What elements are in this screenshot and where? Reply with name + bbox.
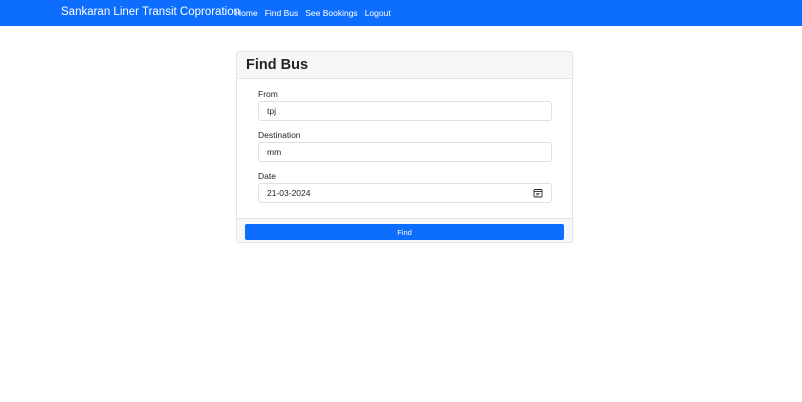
date-input[interactable]: 21-03-2024 [258,183,552,203]
destination-group: Destination mm [258,130,552,162]
card-footer: Find [237,218,572,242]
destination-input[interactable]: mm [258,142,552,162]
from-group: From tpj [258,89,552,121]
find-bus-card: Find Bus From tpj Destination mm Date 21… [236,51,573,243]
nav-link-find-bus[interactable]: Find Bus [265,7,299,19]
date-label: Date [258,171,276,181]
card-header: Find Bus [237,52,572,79]
calendar-icon[interactable] [533,188,543,198]
top-navbar: Sankaran Liner Transit Coproration Home … [0,0,802,26]
destination-input-value: mm [267,147,282,157]
destination-label: Destination [258,130,301,140]
date-input-value: 21-03-2024 [267,188,311,198]
from-label: From [258,89,278,99]
nav-link-logout[interactable]: Logout [365,7,391,19]
date-group: Date 21-03-2024 [258,171,552,203]
from-input-value: tpj [267,106,276,116]
nav-link-see-bookings[interactable]: See Bookings [305,7,357,19]
nav-links: Home Find Bus See Bookings Logout [235,7,398,19]
navbar-brand[interactable]: Sankaran Liner Transit Coproration [61,5,240,19]
nav-link-home[interactable]: Home [235,7,258,19]
find-button[interactable]: Find [245,224,564,240]
card-title: Find Bus [246,56,309,73]
from-input[interactable]: tpj [258,101,552,121]
